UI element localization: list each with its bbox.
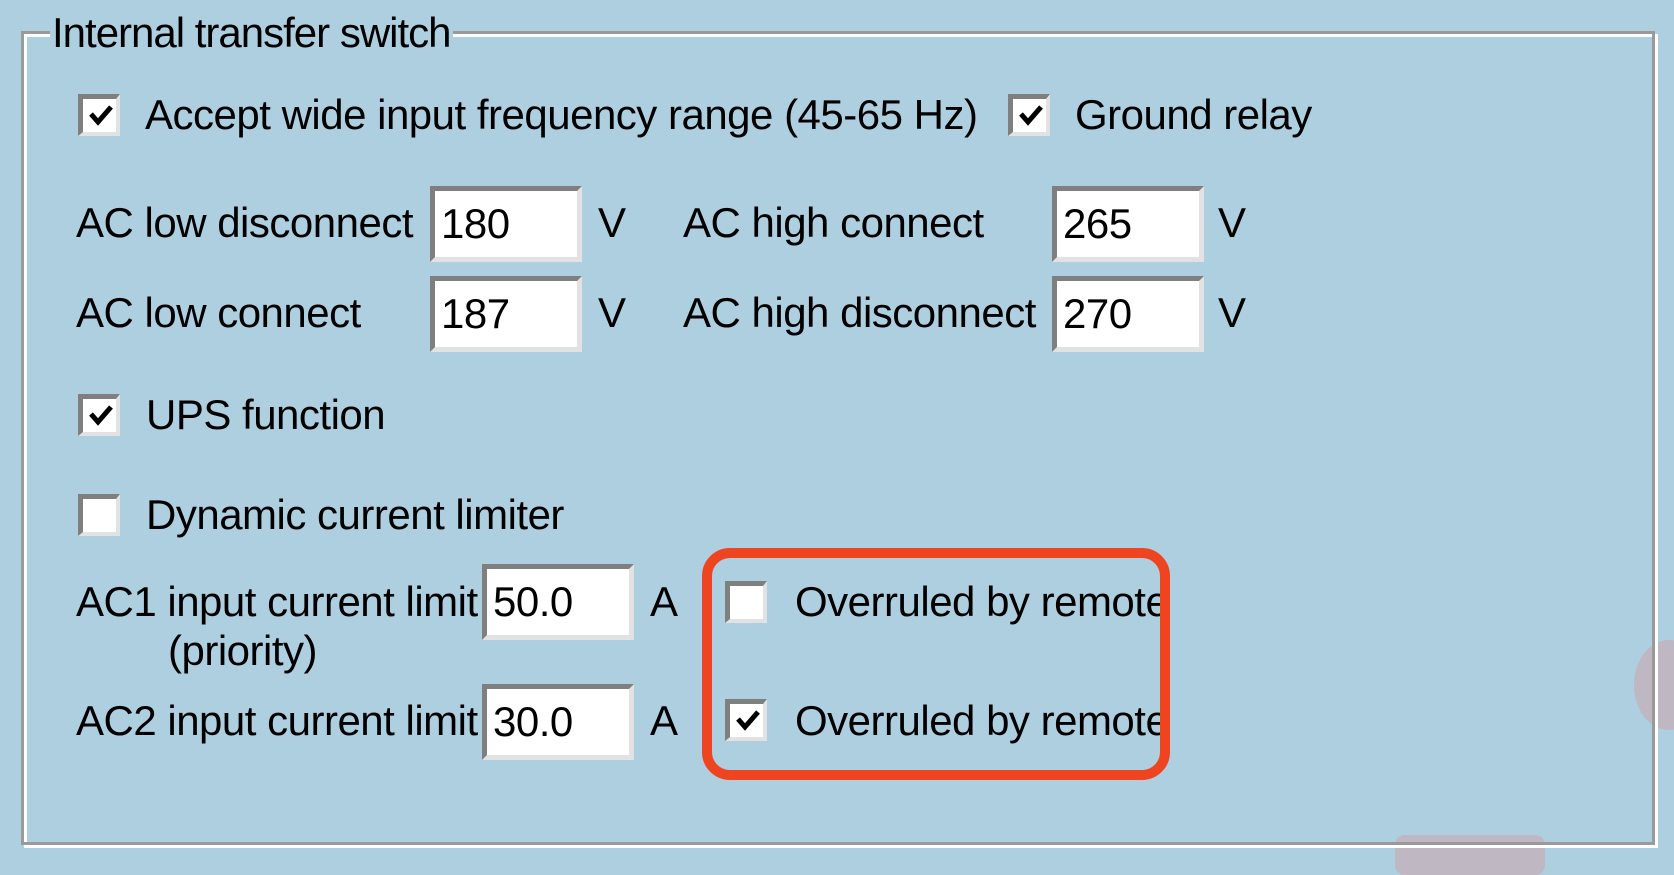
checkmark-icon — [89, 405, 113, 426]
wide-frequency-label[interactable]: Accept wide input frequency range (45-65… — [145, 90, 978, 140]
ac-low-disconnect-input[interactable] — [430, 186, 582, 262]
ac-high-connect-input[interactable] — [1052, 186, 1204, 262]
ac-high-connect-unit: V — [1218, 199, 1246, 246]
ups-function-checkbox[interactable] — [78, 394, 120, 436]
ac-high-disconnect-unit: V — [1218, 289, 1246, 336]
dynamic-current-limiter-checkbox[interactable] — [78, 494, 120, 536]
ac-low-disconnect-label: AC low disconnect — [76, 199, 414, 246]
ac-low-connect-unit: V — [598, 289, 626, 336]
checkmark-icon — [1019, 105, 1043, 126]
ac-low-connect-label: AC low connect — [76, 289, 361, 336]
ac2-input-current-limit-unit: A — [650, 697, 678, 744]
ac-low-connect-input[interactable] — [430, 276, 582, 352]
ac2-overruled-by-remote-checkbox[interactable] — [725, 699, 767, 741]
ac2-input-current-limit-input[interactable] — [482, 684, 634, 760]
ac-high-disconnect-label: AC high disconnect — [683, 289, 1036, 336]
ac1-overruled-by-remote-checkbox[interactable] — [725, 581, 767, 623]
ac2-input-current-limit-label: AC2 input current limit — [76, 697, 478, 744]
checkmark-icon — [736, 710, 760, 731]
ground-relay-label[interactable]: Ground relay — [1075, 90, 1312, 140]
group-title: Internal transfer switch — [50, 8, 453, 58]
ac1-input-current-limit-label: AC1 input current limit — [76, 578, 478, 625]
ac1-input-current-limit-input[interactable] — [482, 564, 634, 640]
checkmark-icon — [89, 105, 113, 126]
ac1-overruled-by-remote-label[interactable]: Overruled by remote — [795, 577, 1169, 627]
ground-relay-checkbox[interactable] — [1008, 94, 1050, 136]
ac2-overruled-by-remote-label[interactable]: Overruled by remote — [795, 696, 1169, 746]
wide-frequency-checkbox[interactable] — [78, 94, 120, 136]
ac-low-disconnect-unit: V — [598, 199, 626, 246]
ac-high-connect-label: AC high connect — [683, 199, 984, 246]
dynamic-current-limiter-label[interactable]: Dynamic current limiter — [146, 490, 564, 540]
ac1-priority-sublabel: (priority) — [168, 627, 318, 674]
ac1-input-current-limit-unit: A — [650, 578, 678, 625]
ups-function-label[interactable]: UPS function — [146, 390, 386, 440]
ac-high-disconnect-input[interactable] — [1052, 276, 1204, 352]
